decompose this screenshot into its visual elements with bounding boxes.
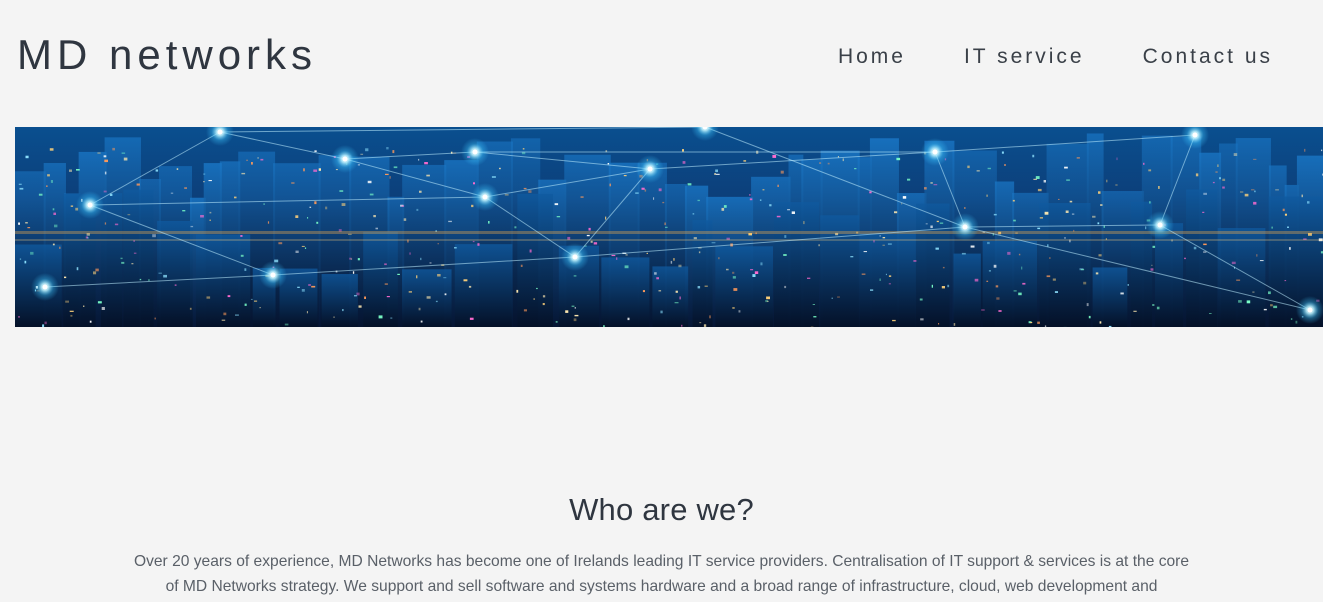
site-header: MD networks Home IT service Contact us <box>0 0 1323 112</box>
nav-it-service-link[interactable]: IT service <box>964 45 1085 69</box>
about-section: Who are we? Over 20 years of experience,… <box>0 492 1323 599</box>
nav-home-link[interactable]: Home <box>838 45 906 69</box>
nav-contact-us-link[interactable]: Contact us <box>1143 45 1273 69</box>
city-network-skyline-image <box>15 127 1323 327</box>
hero-banner-image <box>15 127 1323 327</box>
about-heading: Who are we? <box>569 492 754 527</box>
about-paragraph: Over 20 years of experience, MD Networks… <box>133 553 1190 595</box>
brand-logo-link[interactable]: MD networks <box>17 31 317 79</box>
main-nav: Home IT service Contact us <box>838 45 1273 69</box>
